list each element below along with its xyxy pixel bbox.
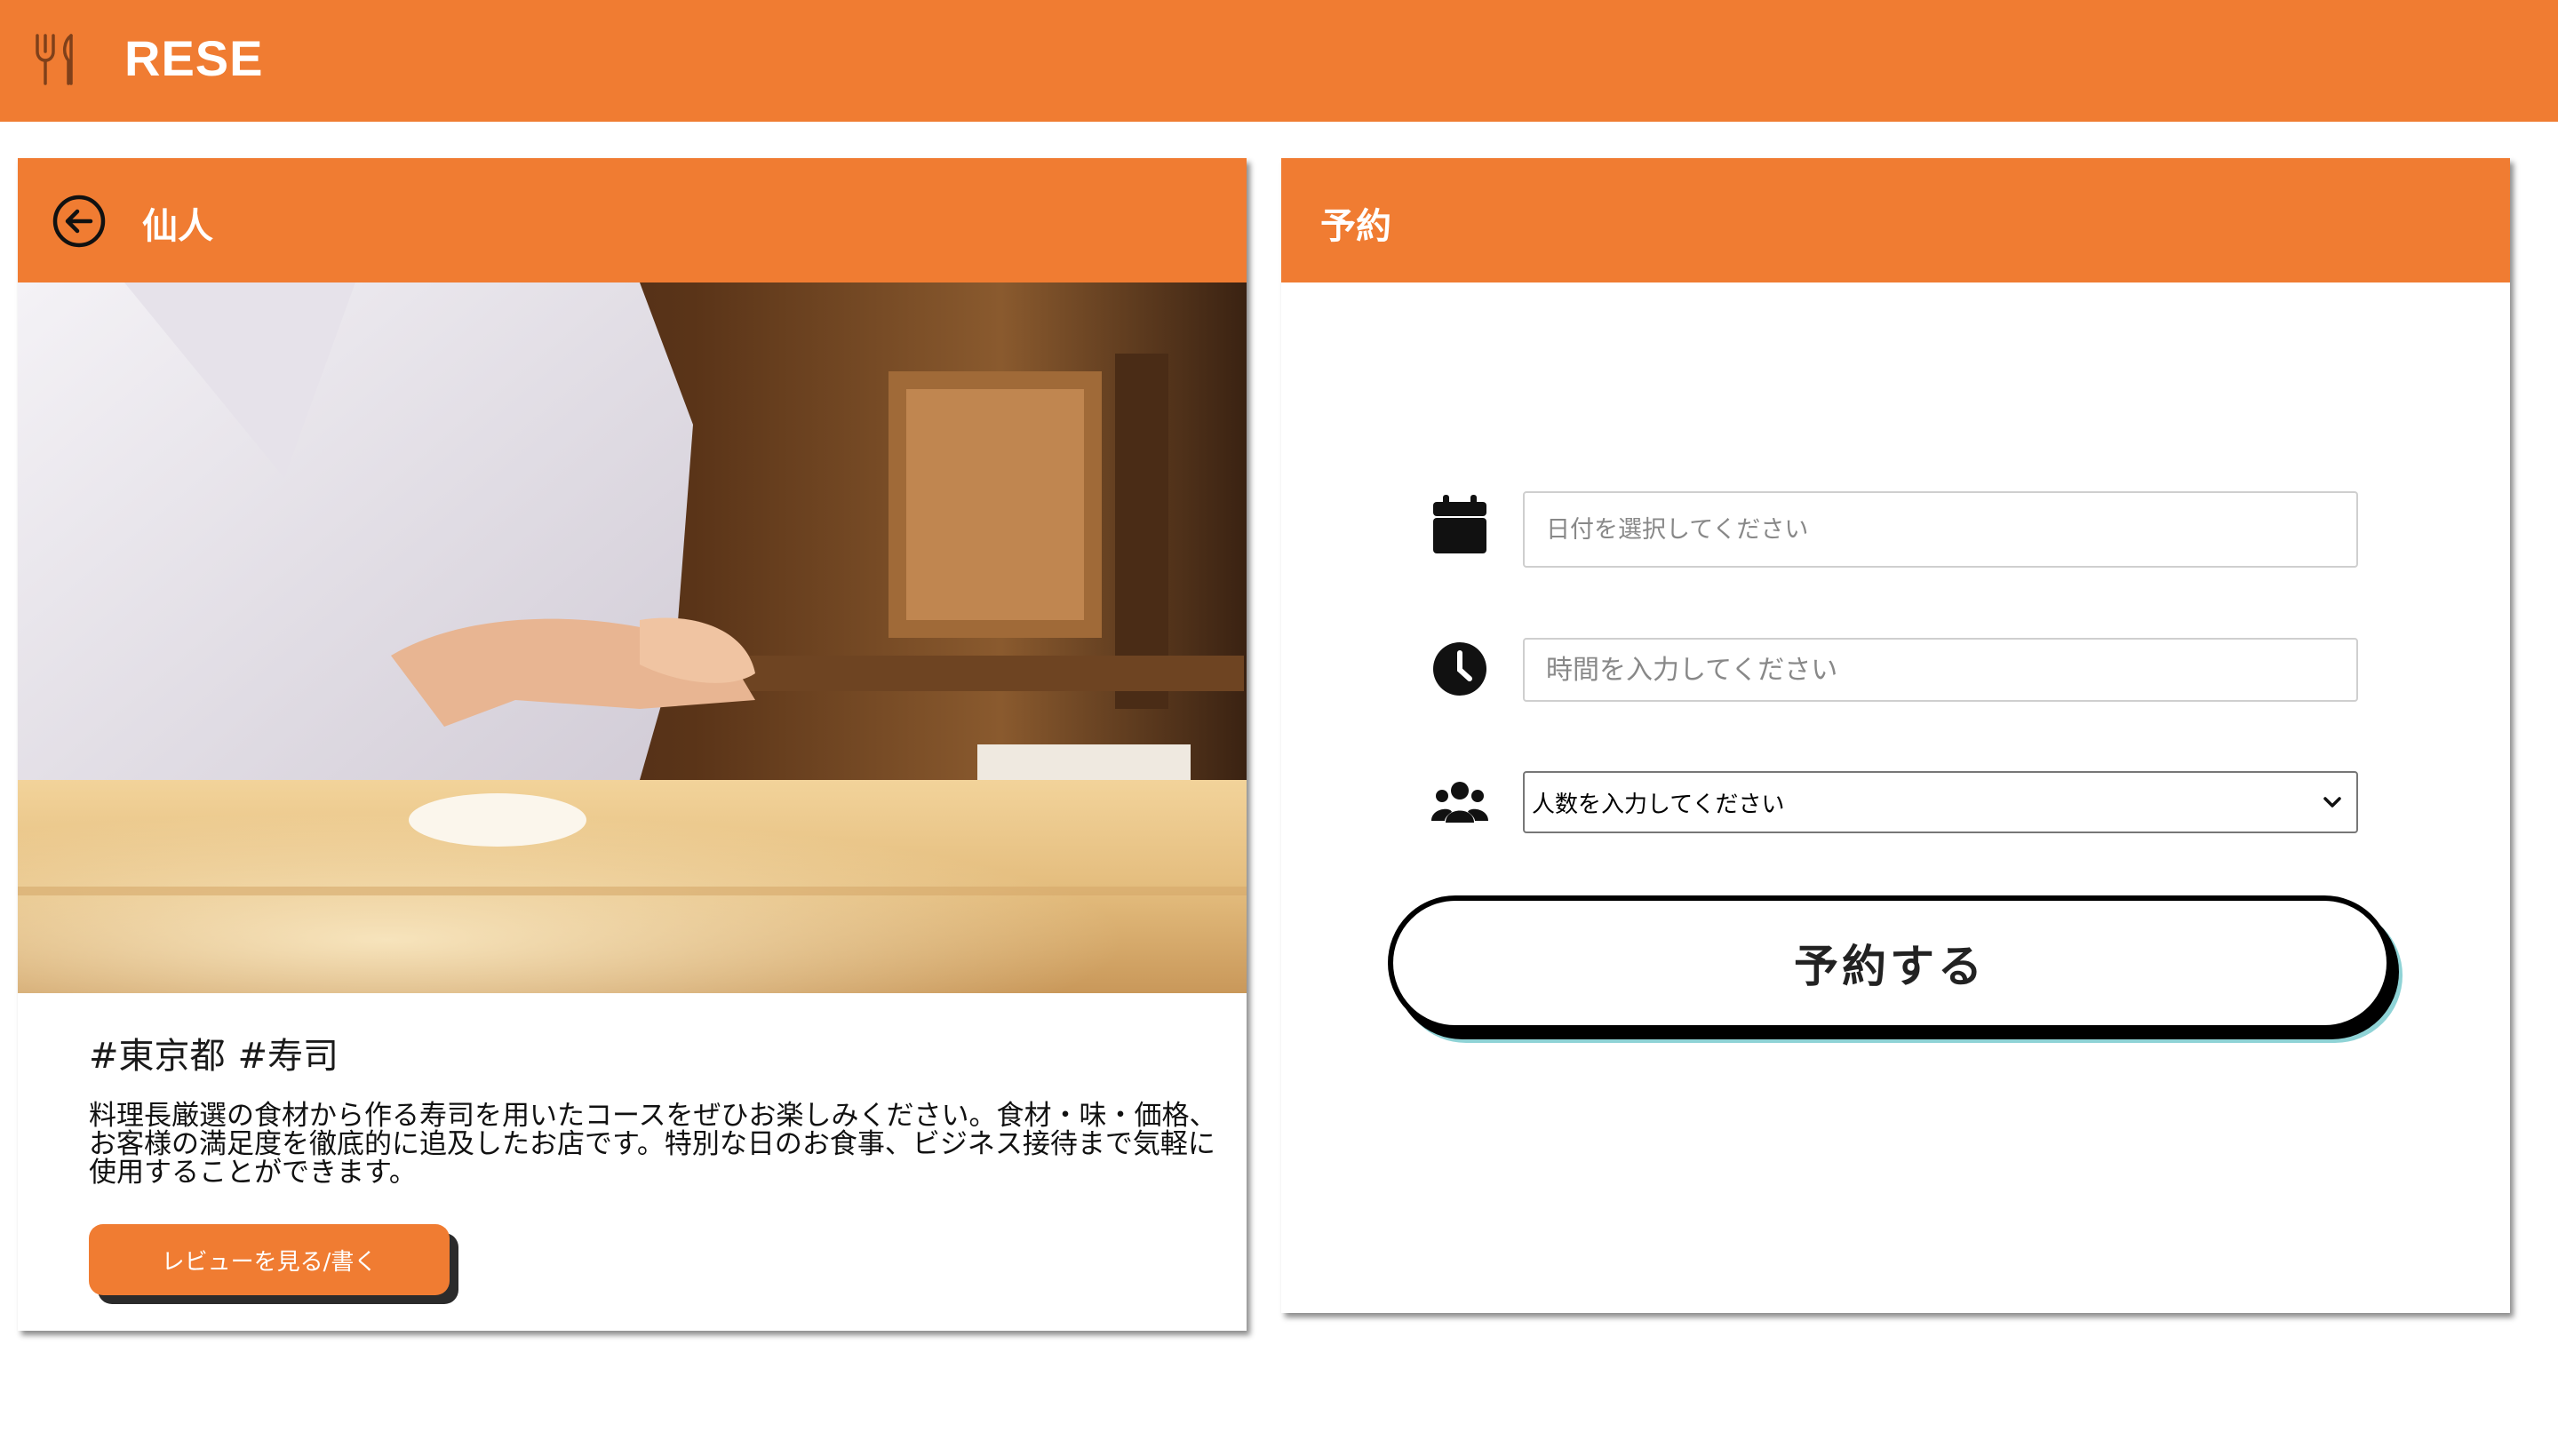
app-title[interactable]: RESE	[124, 29, 264, 87]
area-tag: #東京都	[89, 1036, 226, 1077]
reservation-header: 予約	[1281, 158, 2510, 282]
reserve-button[interactable]: 予約する	[1388, 895, 2392, 1030]
time-input[interactable]	[1523, 638, 2358, 702]
arrow-left-circle-icon[interactable]	[52, 194, 107, 249]
date-row	[1281, 491, 2510, 571]
top-navbar: RESE	[0, 0, 2558, 122]
people-select-value: 人数を入力してください	[1532, 791, 1785, 818]
shop-header: 仙人	[18, 158, 1247, 282]
time-row	[1281, 638, 2510, 718]
shop-tags: #東京都 #寿司	[89, 1027, 351, 1078]
users-icon	[1431, 782, 1488, 823]
people-row: 人数を入力してください	[1281, 771, 2510, 851]
shop-name: 仙人	[142, 206, 213, 247]
reservation-title: 予約	[1320, 206, 1391, 247]
fork-knife-icon[interactable]	[32, 30, 91, 89]
shop-photo	[18, 282, 1247, 993]
genre-tag: #寿司	[237, 1036, 339, 1077]
review-button[interactable]: レビューを見る/書く	[89, 1224, 450, 1295]
date-input[interactable]	[1523, 491, 2358, 568]
shop-detail-card: 仙人 #東京都 #寿司 料理長厳選の食材から作る寿司を用いたコースをぜひお楽しみ…	[18, 158, 1247, 1331]
calendar-icon	[1433, 495, 1486, 553]
shop-description: 料理長厳選の食材から作る寿司を用いたコースをぜひお楽しみください。食材・味・価格…	[89, 1100, 1217, 1189]
people-select[interactable]: 人数を入力してください	[1523, 771, 2358, 833]
reservation-card: 予約 人数を入力してください	[1281, 158, 2510, 1313]
clock-icon	[1433, 642, 1486, 696]
chevron-down-icon	[2323, 797, 2341, 808]
